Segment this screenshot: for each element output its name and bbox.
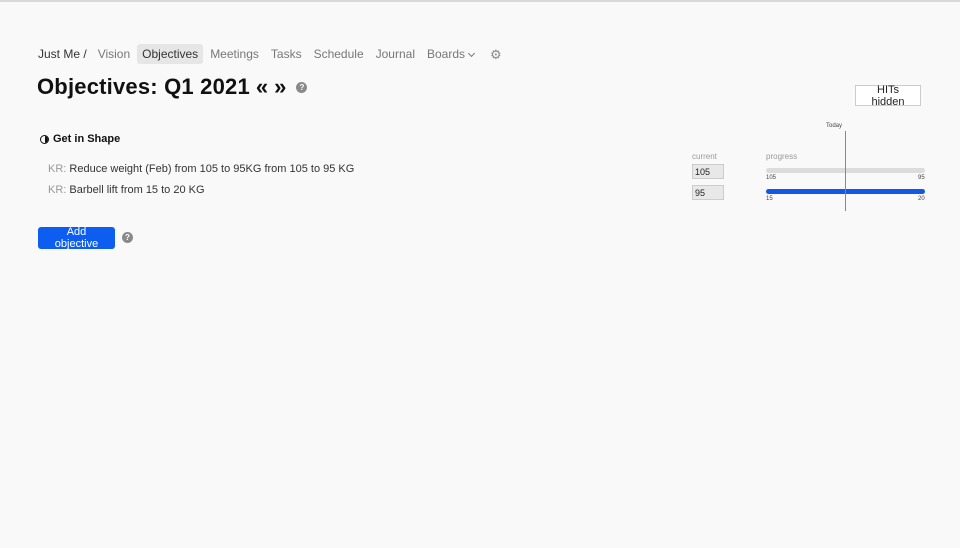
hits-hidden-button[interactable]: HITs hidden	[855, 84, 921, 108]
nav-item-vision[interactable]: Vision	[93, 44, 135, 64]
next-quarter-icon[interactable]: »	[274, 74, 286, 100]
title-row: Objectives: Q1 2021 « » ?	[37, 74, 308, 100]
kr-start-value: 15	[766, 196, 773, 202]
key-result-row[interactable]: KR: Reduce weight (Feb) from 105 to 95KG…	[48, 163, 354, 175]
page-title: Objectives: Q1 2021	[37, 74, 250, 99]
gear-icon[interactable]: ⚙	[490, 48, 502, 61]
objective-name: Get in Shape	[53, 133, 121, 145]
kr-target-value: 20	[918, 196, 925, 202]
kr-prefix: KR:	[48, 163, 67, 175]
progress-column-header: progress	[766, 152, 798, 161]
kr-current-value-input[interactable]	[692, 164, 724, 179]
nav-item-schedule[interactable]: Schedule	[309, 44, 369, 64]
today-label: Today	[826, 123, 843, 129]
chevron-down-icon	[467, 49, 476, 58]
nav-item-journal[interactable]: Journal	[371, 44, 420, 64]
today-marker-line	[845, 131, 846, 211]
nav-item-objectives[interactable]: Objectives	[137, 44, 204, 64]
objective-title[interactable]: Get in Shape	[40, 133, 120, 145]
nav-item-meetings[interactable]: Meetings	[205, 44, 264, 64]
kr-target-value: 95	[918, 175, 925, 181]
nav-item-tasks[interactable]: Tasks	[266, 44, 307, 64]
nav-item-boards[interactable]: Boards	[422, 44, 479, 64]
half-circle-icon	[40, 134, 49, 144]
current-column-header: current	[692, 152, 717, 161]
previous-quarter-icon[interactable]: «	[256, 74, 268, 100]
window-top-border	[0, 0, 960, 2]
kr-current-value-input[interactable]	[692, 185, 724, 200]
nav-item-boards-label: Boards	[426, 47, 466, 61]
kr-text: Barbell lift from 15 to 20 KG	[69, 184, 205, 196]
help-icon[interactable]: ?	[122, 232, 133, 243]
key-result-row[interactable]: KR: Barbell lift from 15 to 20 KG	[48, 184, 205, 196]
add-objective-button[interactable]: Add objective	[38, 226, 115, 250]
help-icon[interactable]: ?	[296, 81, 308, 93]
kr-text: Reduce weight (Feb) from 105 to 95KG fro…	[69, 163, 355, 175]
kr-prefix: KR:	[48, 184, 67, 196]
main-nav: Just Me / Vision Objectives Meetings Tas…	[38, 44, 502, 64]
breadcrumb[interactable]: Just Me /	[38, 47, 87, 61]
kr-start-value: 105	[766, 175, 777, 181]
